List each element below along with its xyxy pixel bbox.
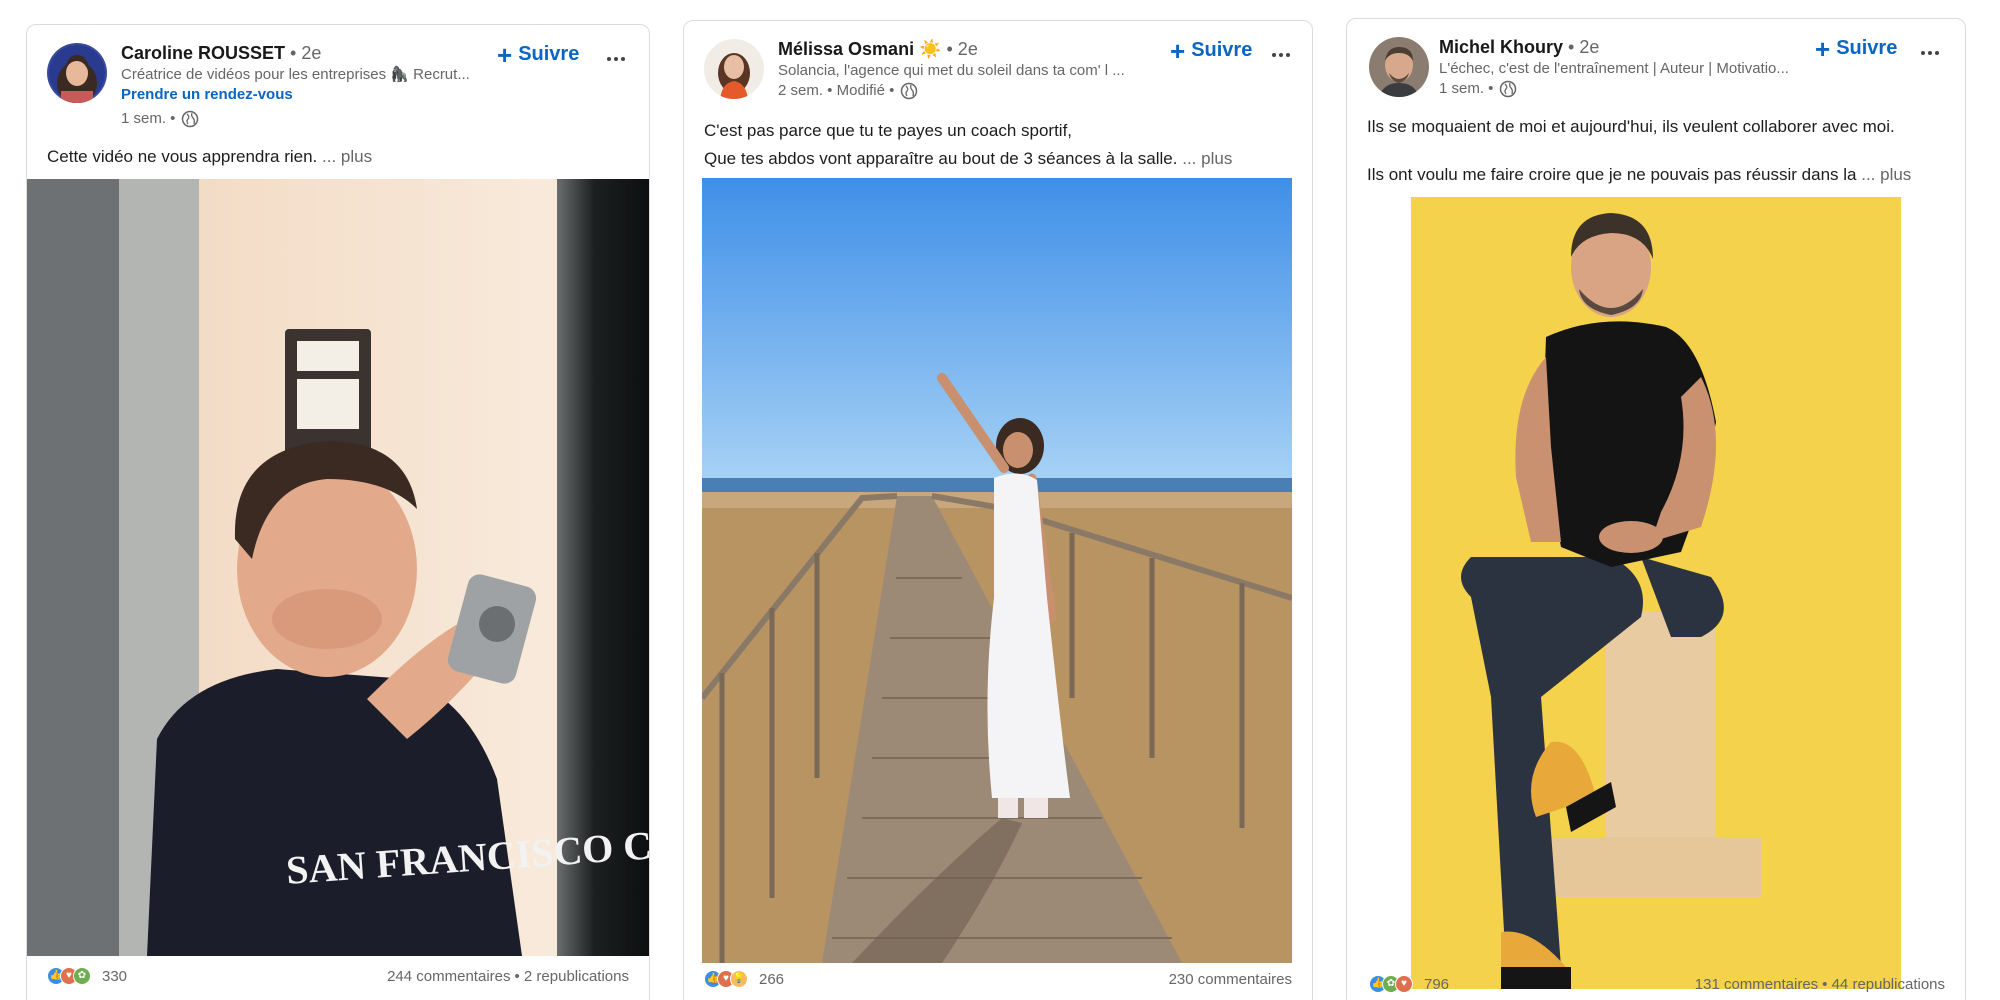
beach-photo: [702, 178, 1292, 963]
author-name[interactable]: Mélissa Osmani ☀️: [778, 39, 941, 59]
post-image[interactable]: [1411, 197, 1901, 989]
follow-label: Suivre: [518, 43, 580, 65]
reactions-summary[interactable]: 👍 ♥ 💡 266: [704, 970, 784, 988]
author-avatar[interactable]: [1369, 37, 1429, 97]
post-card: Mélissa Osmani ☀️ • 2e Solancia, l'agenc…: [683, 20, 1313, 1000]
post-time: 2 sem. • Modifié •: [778, 82, 895, 99]
see-more-link[interactable]: ... plus: [322, 147, 372, 166]
avatar-image: [47, 43, 107, 103]
follow-label: Suivre: [1836, 37, 1898, 59]
follow-button[interactable]: + Suivre: [1170, 35, 1253, 66]
reposts-count[interactable]: • 44 republications: [1822, 976, 1945, 993]
social-counts-bar: 👍 ♥ 💡 266 230 commentaires: [704, 970, 1292, 988]
follow-label: Suivre: [1191, 39, 1253, 61]
author-headline: Créatrice de vidéos pour les entreprises…: [121, 66, 470, 83]
follow-button[interactable]: + Suivre: [497, 39, 580, 70]
author-headline: L'échec, c'est de l'entraînement | Auteu…: [1439, 60, 1789, 77]
support-icon: ✿: [73, 967, 91, 985]
love-icon: ♥: [1395, 975, 1413, 993]
post-time: 1 sem. •: [1439, 80, 1494, 97]
dot-icon: [621, 57, 625, 61]
author-name[interactable]: Michel Khoury: [1439, 37, 1563, 57]
see-more-link[interactable]: ... plus: [1861, 165, 1911, 184]
post-card: Caroline ROUSSET • 2e Créatrice de vidéo…: [26, 24, 650, 1000]
more-options-button[interactable]: [1266, 45, 1296, 65]
author-avatar[interactable]: [704, 39, 764, 99]
post-text-line: Que tes abdos vont apparaître au bout de…: [704, 149, 1178, 168]
connection-degree: • 2e: [946, 39, 978, 59]
more-options-button[interactable]: [1915, 43, 1945, 63]
insightful-icon: 💡: [730, 970, 748, 988]
post-text: Ils se moquaient de moi et aujourd'hui, …: [1367, 115, 1945, 187]
comments-count[interactable]: 244 commentaires: [387, 968, 510, 985]
comments-count[interactable]: 230 commentaires: [1169, 971, 1292, 988]
author-headline: Solancia, l'agence qui met du soleil dan…: [778, 62, 1125, 79]
comments-count[interactable]: 131 commentaires: [1695, 976, 1818, 993]
globe-icon: [1500, 80, 1517, 98]
connection-degree: • 2e: [290, 43, 322, 63]
post-image[interactable]: [702, 178, 1292, 963]
see-more-link[interactable]: ... plus: [1182, 149, 1232, 168]
dot-icon: [1279, 53, 1283, 57]
post-video[interactable]: SAN FRANCISCO CALIFORNIA: [27, 179, 649, 956]
social-counts-bar: 👍 ♥ ✿ 330 244 commentaires • 2 republica…: [47, 967, 629, 985]
post-text-line: C'est pas parce que tu te payes un coach…: [704, 121, 1073, 140]
post-text-line: Ils se moquaient de moi et aujourd'hui, …: [1367, 117, 1895, 136]
appointment-link[interactable]: Prendre un rendez-vous: [121, 85, 553, 105]
reaction-count: 796: [1424, 975, 1450, 993]
more-options-button[interactable]: [601, 49, 631, 69]
social-counts-bar: 👍 ✿ ♥ 796 131 commentaires • 44 republic…: [1369, 975, 1945, 993]
globe-icon: [901, 82, 918, 100]
post-text-line: Ils ont voulu me faire croire que je ne …: [1367, 165, 1857, 184]
dot-icon: [607, 57, 611, 61]
dot-icon: [614, 57, 618, 61]
reposts-count[interactable]: • 2 republications: [515, 968, 630, 985]
post-text-line: Cette vidéo ne vous apprendra rien.: [47, 147, 318, 166]
reaction-count: 266: [759, 970, 785, 988]
reactions-summary[interactable]: 👍 ♥ ✿ 330: [47, 967, 127, 985]
globe-icon: [182, 110, 199, 128]
reaction-count: 330: [102, 967, 128, 985]
dot-icon: [1935, 51, 1939, 55]
post-card: Michel Khoury • 2e L'échec, c'est de l'e…: [1346, 18, 1966, 1000]
dot-icon: [1928, 51, 1932, 55]
plus-icon: +: [1170, 35, 1186, 66]
dot-icon: [1921, 51, 1925, 55]
video-frame: SAN FRANCISCO CALIFORNIA: [27, 179, 649, 956]
post-text: Cette vidéo ne vous apprendra rien. ... …: [47, 143, 629, 171]
follow-button[interactable]: + Suivre: [1815, 33, 1898, 64]
avatar-image: [1369, 37, 1429, 97]
reactions-summary[interactable]: 👍 ✿ ♥ 796: [1369, 975, 1449, 993]
dot-icon: [1272, 53, 1276, 57]
portrait-photo: [1411, 197, 1901, 989]
dot-icon: [1286, 53, 1290, 57]
avatar-image: [704, 39, 764, 99]
connection-degree: • 2e: [1568, 37, 1600, 57]
post-text: C'est pas parce que tu te payes un coach…: [704, 117, 1292, 173]
author-name[interactable]: Caroline ROUSSET: [121, 43, 285, 63]
post-time: 1 sem. •: [121, 110, 176, 127]
plus-icon: +: [497, 39, 513, 70]
author-avatar[interactable]: [47, 43, 107, 103]
plus-icon: +: [1815, 33, 1831, 64]
